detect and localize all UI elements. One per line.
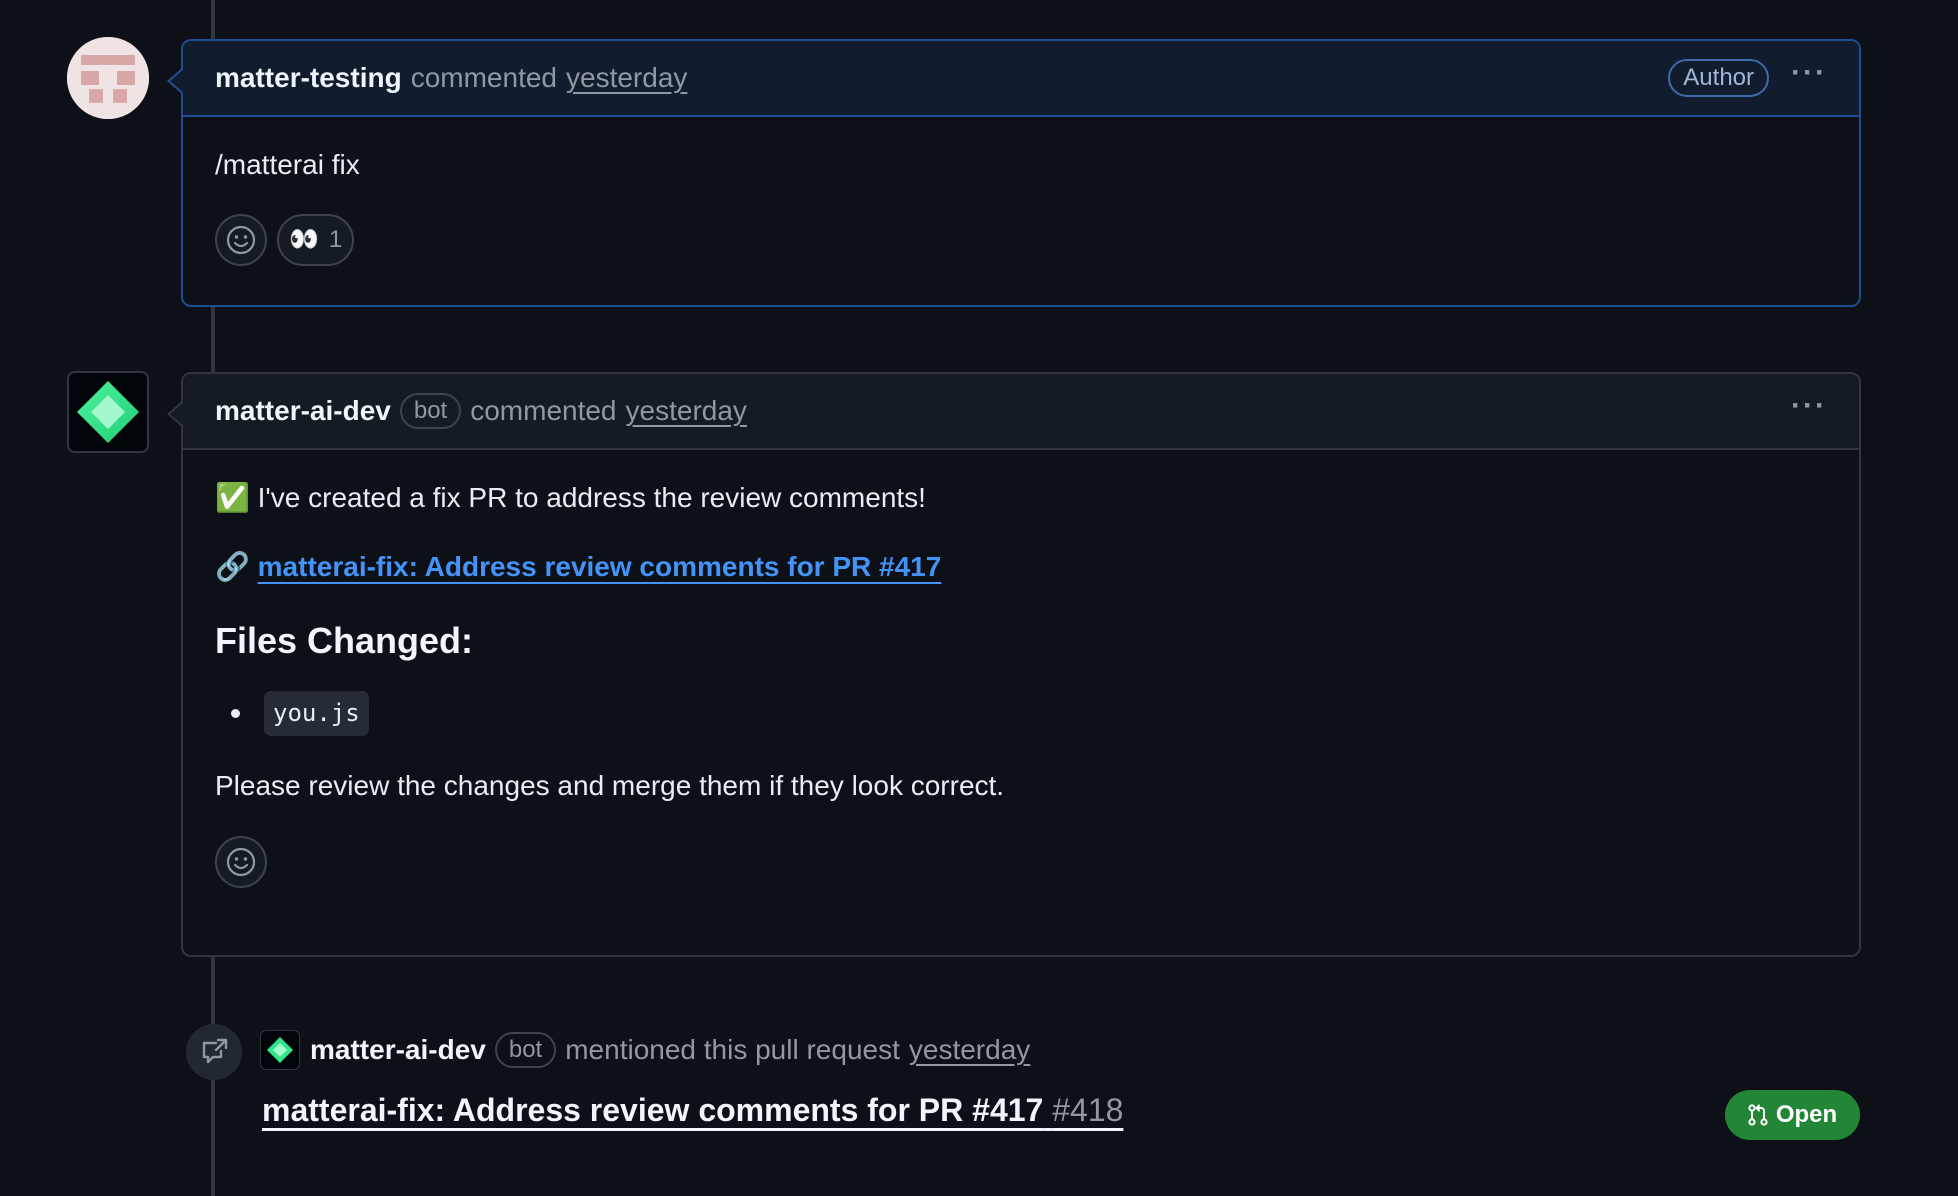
mention-text: mentioned this pull request: [565, 1034, 900, 1065]
pr-status-label: Open: [1775, 1101, 1838, 1128]
avatar-matter-ai-dev[interactable]: [67, 371, 149, 453]
comment-timestamp[interactable]: yesterday: [626, 395, 747, 427]
comment-author[interactable]: matter-testing: [215, 62, 402, 94]
comment-card: matter-ai-dev bot commented yesterday ··…: [167, 372, 1861, 957]
avatar-matter-testing[interactable]: [67, 37, 149, 119]
header-actions: ···: [1791, 391, 1827, 431]
pr-status-badge: Open: [1725, 1090, 1860, 1140]
bot-badge: bot: [399, 393, 462, 429]
more-options-icon[interactable]: ···: [1791, 391, 1827, 431]
bullet-icon: [231, 709, 240, 719]
matter-ai-logo-icon: [267, 1037, 293, 1063]
add-reaction-button[interactable]: [215, 214, 267, 267]
comment-card: matter-testing commented yesterday Autho…: [167, 39, 1861, 307]
mention-event: matter-ai-dev bot mentioned this pull re…: [260, 1030, 1030, 1070]
mention-timestamp[interactable]: yesterday: [909, 1034, 1030, 1066]
pr-number: #418: [1052, 1092, 1124, 1128]
link-line: 🔗 matterai-fix: Address review comments …: [215, 547, 1827, 586]
comment-header: matter-ai-dev bot commented yesterday ··…: [167, 374, 1859, 450]
files-list: you.js: [215, 690, 1827, 737]
cross-reference-icon: [186, 1024, 242, 1080]
comment-body: ✅ I've created a fix PR to address the r…: [183, 450, 1859, 916]
file-name: you.js: [264, 690, 369, 737]
author-badge: Author: [1668, 59, 1770, 97]
reaction-count: 1: [328, 226, 343, 254]
comment-author[interactable]: matter-ai-dev: [215, 395, 391, 427]
check-mark-icon: ✅: [215, 482, 250, 513]
eyes-emoji-icon: 👀: [289, 226, 319, 254]
reactions-bar: [215, 835, 1827, 888]
list-item: you.js: [215, 690, 1827, 737]
comment-timestamp[interactable]: yesterday: [566, 62, 687, 94]
status-text: I've created a fix PR to address the rev…: [257, 482, 926, 513]
mention-author[interactable]: matter-ai-dev: [310, 1034, 486, 1066]
bot-badge: bot: [494, 1032, 557, 1068]
comment-caret: [167, 67, 184, 95]
matter-ai-logo-icon: [77, 381, 139, 443]
fix-pr-link[interactable]: matterai-fix: Address review comments fo…: [258, 551, 942, 582]
comment-caret: [167, 400, 184, 428]
git-pull-request-icon: [1748, 1104, 1768, 1126]
reaction-eyes-button[interactable]: 👀 1: [277, 214, 355, 267]
header-actions: Author ···: [1668, 58, 1827, 98]
closing-text: Please review the changes and merge them…: [215, 770, 1005, 802]
more-options-icon[interactable]: ···: [1791, 58, 1827, 98]
reactions-bar: 👀 1: [215, 214, 1827, 267]
smiley-icon: [226, 226, 256, 255]
status-line: ✅ I've created a fix PR to address the r…: [215, 478, 1827, 517]
link-icon: 🔗: [215, 551, 250, 583]
comment-text: /matterai fix: [215, 149, 360, 180]
identicon-icon: [67, 37, 149, 119]
mini-avatar-matter-ai-dev[interactable]: [260, 1030, 300, 1070]
referenced-pr-link[interactable]: matterai-fix: Address review comments fo…: [262, 1092, 1123, 1129]
files-changed-heading: Files Changed:: [215, 620, 474, 662]
add-reaction-button[interactable]: [215, 835, 267, 888]
comment-body: /matterai fix 👀 1: [183, 117, 1859, 294]
smiley-icon: [226, 847, 256, 876]
comment-action: commented: [470, 395, 617, 426]
comment-action: commented: [410, 62, 557, 93]
comment-header: matter-testing commented yesterday Autho…: [167, 41, 1859, 117]
pr-title: matterai-fix: Address review comments fo…: [262, 1092, 1044, 1128]
